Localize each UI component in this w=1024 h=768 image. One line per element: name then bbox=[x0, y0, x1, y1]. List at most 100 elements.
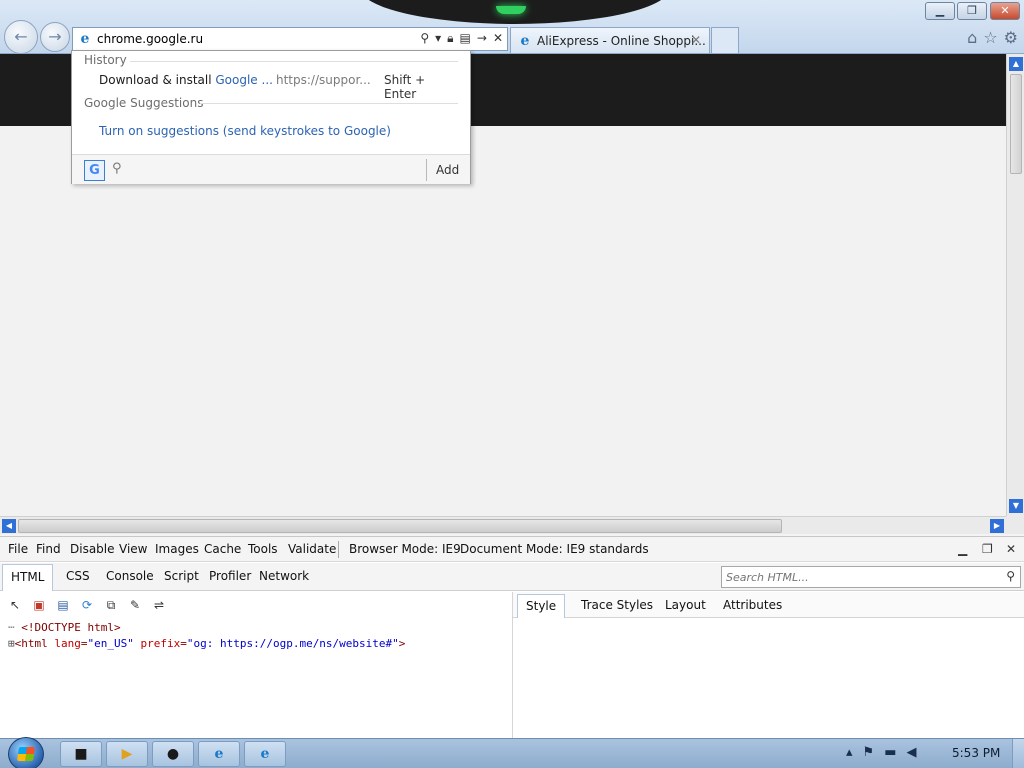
address-bar-icons: ⚲ ▾ 🔒︎ ▤ → ✕ bbox=[420, 31, 503, 46]
minimize-button[interactable]: ▁ bbox=[925, 2, 955, 20]
word-wrap-icon[interactable]: ⇌ bbox=[150, 596, 168, 614]
terminal-icon: ■ bbox=[74, 746, 88, 762]
menu-disable[interactable]: Disable bbox=[70, 542, 115, 556]
search-icon[interactable]: ⚲ bbox=[112, 161, 122, 176]
scroll-down-icon[interactable]: ▼ bbox=[1009, 499, 1023, 513]
tab-css[interactable]: CSS bbox=[66, 569, 90, 583]
save-icon[interactable]: ▤ bbox=[54, 596, 72, 614]
network-icon[interactable]: ▬ bbox=[884, 745, 896, 760]
show-hidden-icons-icon[interactable]: ▴ bbox=[846, 745, 853, 760]
attr-equals: = bbox=[180, 637, 187, 650]
developer-tools-panel: File Find Disable View Images Cache Tool… bbox=[0, 536, 1024, 739]
stop-icon[interactable]: ✕ bbox=[493, 31, 503, 46]
gear-icon[interactable]: ⚙ bbox=[1004, 28, 1018, 47]
menu-images[interactable]: Images bbox=[155, 542, 199, 556]
add-provider-button[interactable]: Add bbox=[436, 163, 459, 177]
document-mode-menu[interactable]: Document Mode: IE9 standards bbox=[460, 542, 649, 556]
google-search-provider-icon[interactable]: G bbox=[84, 160, 105, 181]
restore-button[interactable]: ❐ bbox=[957, 2, 987, 20]
suggestions-heading: Google Suggestions bbox=[84, 96, 204, 110]
ie-tab-icon: e bbox=[520, 33, 530, 49]
menu-cache[interactable]: Cache bbox=[204, 542, 241, 556]
taskbar-clock[interactable]: 5:53 PM bbox=[952, 746, 1000, 760]
tab-console[interactable]: Console bbox=[106, 569, 154, 583]
action-center-flag-icon[interactable]: ⚑ bbox=[863, 745, 875, 760]
new-tab-button[interactable] bbox=[711, 27, 739, 53]
scroll-up-icon[interactable]: ▲ bbox=[1009, 57, 1023, 71]
menu-separator bbox=[338, 541, 339, 558]
indicator-light bbox=[496, 6, 526, 14]
html-search-box[interactable]: ⚲ bbox=[721, 566, 1021, 588]
close-tab-icon[interactable]: ✕ bbox=[691, 33, 701, 47]
browser-mode-menu[interactable]: Browser Mode: IE9 bbox=[349, 542, 461, 556]
back-button[interactable]: ← bbox=[4, 20, 38, 54]
arrow-left-icon: ← bbox=[14, 27, 28, 46]
vertical-scroll-thumb[interactable] bbox=[1010, 74, 1022, 174]
go-arrow-icon[interactable]: → bbox=[477, 31, 487, 46]
horizontal-scroll-thumb[interactable] bbox=[18, 519, 782, 533]
tree-row-html[interactable]: ⊞<html lang="en_US" prefix="og: https://… bbox=[8, 637, 405, 650]
close-icon: ✕ bbox=[1000, 4, 1010, 17]
tab-html[interactable]: HTML bbox=[2, 564, 54, 591]
menu-tools[interactable]: Tools bbox=[248, 542, 278, 556]
menu-view[interactable]: View bbox=[119, 542, 147, 556]
clear-outline-icon[interactable]: ▣ bbox=[30, 596, 48, 614]
titlebar-decoration bbox=[360, 0, 670, 24]
dom-page-icon[interactable]: ⧉ bbox=[102, 596, 120, 614]
browser-toolbar-icons: ⌂ ☆ ⚙ bbox=[967, 28, 1018, 47]
windows-logo-icon bbox=[17, 747, 35, 761]
menu-file[interactable]: File bbox=[8, 542, 28, 556]
menu-validate[interactable]: Validate bbox=[288, 542, 336, 556]
taskbar-app-3[interactable]: ● bbox=[152, 741, 194, 767]
menu-find[interactable]: Find bbox=[36, 542, 61, 556]
turn-on-suggestions-link[interactable]: Turn on suggestions (send keystrokes to … bbox=[99, 124, 391, 138]
tab-script[interactable]: Script bbox=[164, 569, 199, 583]
show-desktop-button[interactable] bbox=[1012, 739, 1024, 768]
close-devtools-icon[interactable]: ✕ bbox=[1006, 542, 1016, 556]
refresh-icon[interactable]: ⟳ bbox=[78, 596, 96, 614]
tab-layout[interactable]: Layout bbox=[665, 598, 706, 612]
attr-name-prefix: prefix bbox=[140, 637, 181, 650]
restore-icon: ❐ bbox=[967, 4, 977, 17]
vertical-scrollbar[interactable]: ▲ ▼ bbox=[1006, 54, 1024, 516]
tree-row-doctype[interactable]: ┄ <!DOCTYPE html> bbox=[8, 621, 121, 634]
compat-view-icon[interactable]: ▤ bbox=[460, 31, 471, 46]
taskbar-app-1[interactable]: ■ bbox=[60, 741, 102, 767]
divider bbox=[426, 159, 427, 181]
favorites-star-icon[interactable]: ☆ bbox=[983, 28, 997, 47]
history-item[interactable]: Download & install Google ... https://su… bbox=[99, 73, 459, 101]
system-tray: ▴ ⚑ ▬ ◀ bbox=[846, 745, 916, 760]
start-button[interactable] bbox=[8, 737, 44, 768]
taskbar-ie-2[interactable]: e bbox=[244, 741, 286, 767]
search-icon[interactable]: ⚲ bbox=[1006, 569, 1015, 583]
tab-style[interactable]: Style bbox=[517, 594, 566, 618]
tab-attributes[interactable]: Attributes bbox=[723, 598, 782, 612]
scroll-right-icon[interactable]: ▶ bbox=[990, 519, 1004, 533]
address-bar[interactable]: e ⚲ ▾ 🔒︎ ▤ → ✕ bbox=[72, 27, 508, 51]
app-globe-icon: ● bbox=[166, 746, 180, 762]
minimize-icon: ▁ bbox=[935, 4, 945, 17]
tab-trace-styles[interactable]: Trace Styles bbox=[581, 598, 653, 612]
search-html-input[interactable] bbox=[726, 569, 996, 585]
taskbar-app-2[interactable]: ▶ bbox=[106, 741, 148, 767]
expand-node-icon[interactable]: ⊞ bbox=[8, 637, 15, 650]
search-icon[interactable]: ⚲ bbox=[420, 31, 429, 46]
tab-profiler[interactable]: Profiler bbox=[209, 569, 251, 583]
address-input[interactable] bbox=[97, 30, 397, 48]
lock-icon[interactable]: 🔒︎ bbox=[447, 31, 453, 46]
forward-button[interactable]: → bbox=[40, 22, 70, 52]
minimize-devtools-icon[interactable]: ▁ bbox=[958, 542, 967, 556]
select-element-icon[interactable]: ↖ bbox=[6, 596, 24, 614]
close-window-button[interactable]: ✕ bbox=[990, 2, 1020, 20]
browser-tab[interactable]: e AliExpress - Online Shoppi... ✕ bbox=[510, 27, 710, 53]
unpin-devtools-icon[interactable]: ❐ bbox=[982, 542, 993, 556]
edit-icon[interactable]: ✎ bbox=[126, 596, 144, 614]
tab-network[interactable]: Network bbox=[259, 569, 309, 583]
home-icon[interactable]: ⌂ bbox=[967, 28, 977, 47]
volume-icon[interactable]: ◀ bbox=[906, 745, 916, 760]
dropdown-arrow-icon[interactable]: ▾ bbox=[435, 31, 441, 46]
scroll-left-icon[interactable]: ◀ bbox=[2, 519, 16, 533]
taskbar-ie-1[interactable]: e bbox=[198, 741, 240, 767]
horizontal-scrollbar[interactable]: ◀ ▶ bbox=[0, 516, 1006, 534]
devtools-tabs: HTML CSS Console Script Profiler Network… bbox=[0, 563, 1024, 591]
